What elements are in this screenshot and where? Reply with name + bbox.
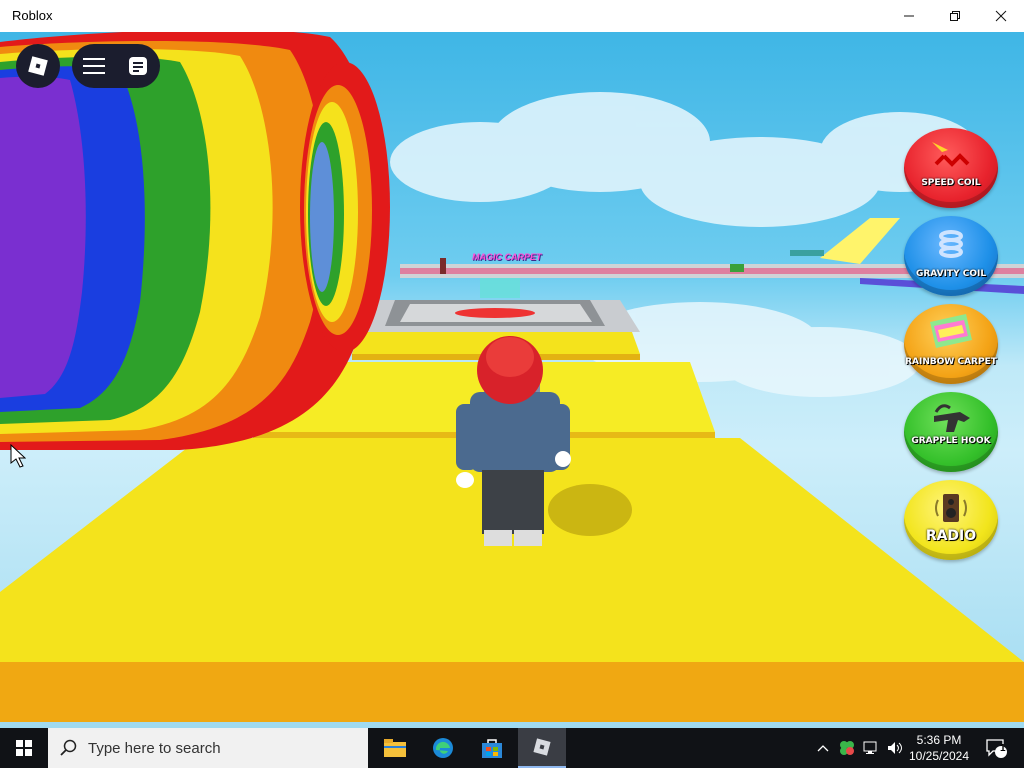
radio-speaker-icon <box>935 494 967 522</box>
gravity-coil-button[interactable]: GRAVITY COIL <box>904 216 998 296</box>
roblox-app-icon <box>533 738 551 756</box>
chat-button[interactable] <box>116 44 160 88</box>
taskbar-roblox[interactable] <box>518 728 566 768</box>
radio-button[interactable]: RADIO <box>904 480 998 560</box>
windows-logo-icon <box>16 740 32 756</box>
roblox-top-bar-group <box>72 44 160 88</box>
notifications-button[interactable]: 1 <box>980 728 1012 768</box>
volume-icon <box>888 742 902 754</box>
game-scene <box>0 32 1024 722</box>
grapple-hook-button[interactable]: GRAPPLE HOOK <box>904 392 998 472</box>
rainbow-carpet-icon <box>930 314 972 348</box>
tray-app-icon[interactable] <box>836 728 858 768</box>
taskbar-microsoft-store[interactable] <box>469 728 515 768</box>
microsoft-store-icon <box>482 739 502 758</box>
hamburger-icon <box>83 58 105 74</box>
speed-coil-label: SPEED COIL <box>921 178 981 188</box>
roblox-menu-button[interactable] <box>16 44 60 88</box>
game-viewport[interactable]: MAGIC CARPET SPEED COIL GRAVITY COIL RAI… <box>0 32 1024 728</box>
windows-taskbar: Type here to search 5:36 PM 10/25/2024 1 <box>0 728 1024 768</box>
clover-icon <box>840 741 854 755</box>
gravity-coil-icon <box>939 230 963 258</box>
notification-count: 1 <box>1000 743 1006 754</box>
speed-coil-button[interactable]: SPEED COIL <box>904 128 998 208</box>
gravity-coil-label: GRAVITY COIL <box>915 269 987 279</box>
rainbow-carpet-label: RAINBOW CARPET <box>905 357 997 367</box>
rainbow-carpet-button[interactable]: RAINBOW CARPET <box>904 304 998 384</box>
search-placeholder: Type here to search <box>88 739 221 757</box>
start-button[interactable] <box>0 728 48 768</box>
window-title-bar: Roblox <box>0 0 1024 32</box>
clock[interactable]: 5:36 PM 10/25/2024 <box>908 728 970 768</box>
grapple-hook-label: GRAPPLE HOOK <box>911 436 991 446</box>
maximize-button[interactable] <box>932 0 978 32</box>
clock-time: 5:36 PM <box>916 733 962 747</box>
chevron-up-icon <box>817 745 829 752</box>
mouse-cursor-icon <box>10 444 26 468</box>
network-icon <box>863 741 877 754</box>
minimize-button[interactable] <box>886 0 932 32</box>
network-button[interactable] <box>860 728 882 768</box>
restore-icon <box>950 11 960 21</box>
roblox-logo-icon <box>28 56 48 76</box>
taskbar-file-explorer[interactable] <box>372 728 418 768</box>
window-title: Roblox <box>12 8 53 23</box>
edge-icon <box>433 738 453 758</box>
speed-coil-icon <box>932 142 970 167</box>
taskbar-edge[interactable] <box>420 728 466 768</box>
minimize-icon <box>904 15 914 17</box>
taskbar-search-box[interactable]: Type here to search <box>48 728 368 768</box>
file-explorer-icon <box>384 739 406 757</box>
clock-date: 10/25/2024 <box>908 749 970 763</box>
world-label-magic-carpet: MAGIC CARPET <box>472 252 542 262</box>
hamburger-menu-button[interactable] <box>72 44 116 88</box>
close-icon <box>995 10 1007 22</box>
volume-button[interactable] <box>884 728 906 768</box>
chat-icon <box>129 57 147 75</box>
show-hidden-icons-button[interactable] <box>812 728 834 768</box>
close-button[interactable] <box>978 0 1024 32</box>
search-icon <box>60 739 77 756</box>
radio-label: RADIO <box>925 528 977 544</box>
